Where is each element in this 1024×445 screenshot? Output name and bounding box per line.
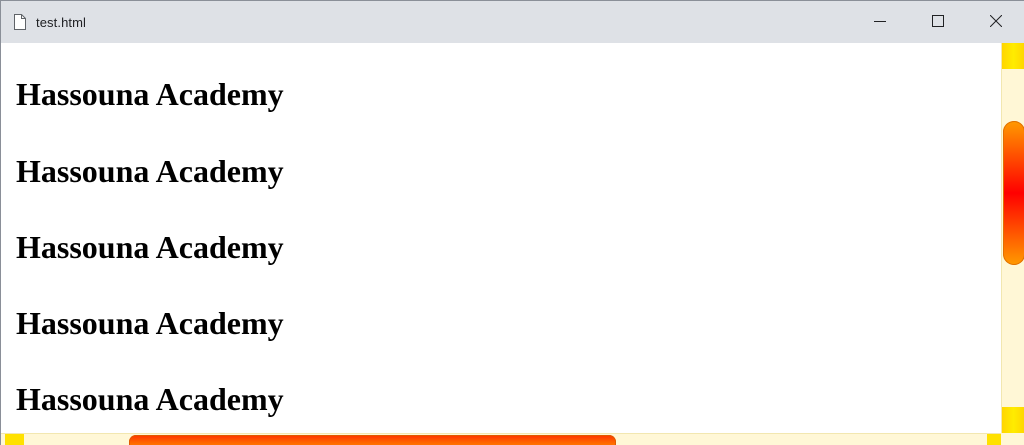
heading-1: Hassouna Academy	[16, 76, 284, 112]
page-content: Hassouna Academy Hassouna Academy Hassou…	[1, 43, 1001, 433]
horizontal-scrollbar[interactable]	[1, 433, 1001, 445]
maximize-button[interactable]	[909, 1, 967, 43]
heading-5: Hassouna Academy	[16, 381, 284, 417]
scroll-left-button[interactable]	[5, 434, 24, 445]
close-button[interactable]	[967, 1, 1024, 43]
file-icon	[13, 14, 27, 30]
horizontal-scroll-thumb[interactable]	[129, 435, 616, 445]
vertical-scrollbar[interactable]	[1001, 43, 1024, 433]
window-controls	[851, 1, 1024, 43]
heading-3: Hassouna Academy	[16, 229, 284, 265]
scrollbar-corner	[1001, 433, 1024, 445]
tab-title: test.html	[36, 14, 87, 30]
vertical-scroll-thumb[interactable]	[1003, 121, 1024, 265]
scroll-right-button[interactable]	[987, 434, 1001, 445]
browser-window: test.html Hassouna Academy Hassouna Acad…	[0, 0, 1024, 445]
minimize-icon	[874, 15, 886, 30]
heading-2: Hassouna Academy	[16, 153, 284, 189]
heading-4: Hassouna Academy	[16, 305, 284, 341]
title-bar[interactable]: test.html	[1, 1, 1024, 43]
maximize-icon	[932, 14, 944, 30]
minimize-button[interactable]	[851, 1, 909, 43]
scroll-down-button[interactable]	[1002, 407, 1024, 433]
close-icon	[989, 14, 1003, 30]
scroll-up-button[interactable]	[1002, 43, 1024, 69]
